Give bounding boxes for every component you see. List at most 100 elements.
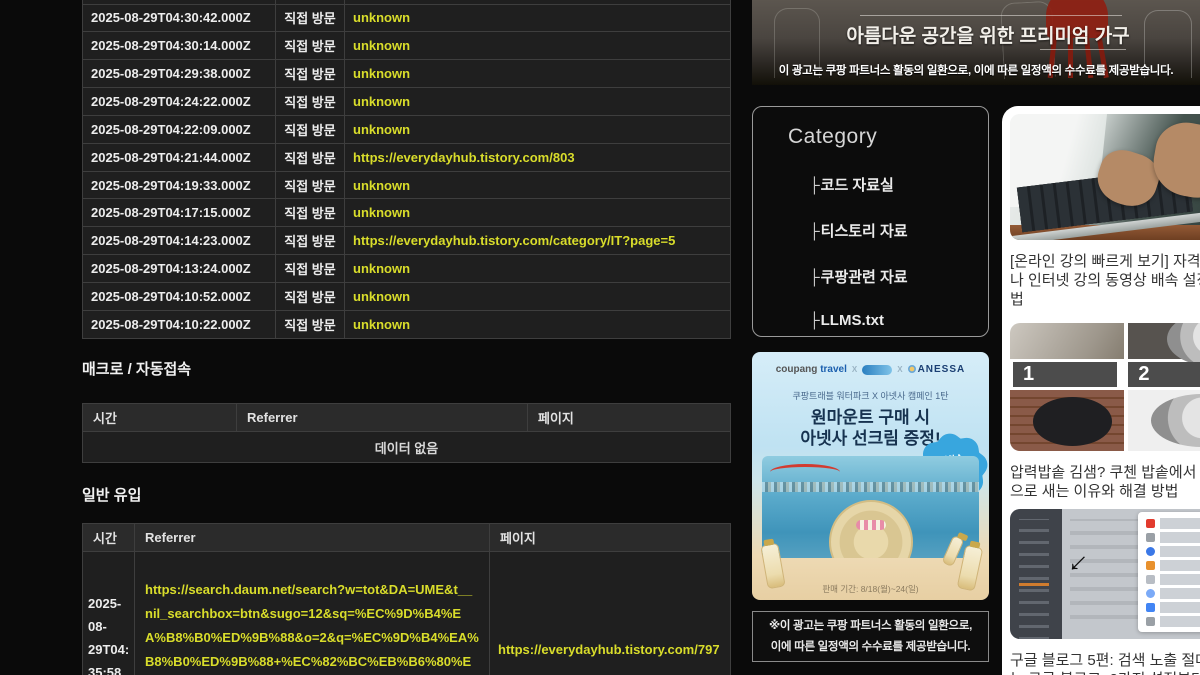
visit-type-cell: 직접 방문 bbox=[276, 60, 345, 88]
visit-page-cell: https://everydayhub.tistory.com/category… bbox=[345, 227, 731, 255]
coupang-ad-logos: coupang travel X X ANESSA bbox=[752, 364, 989, 375]
macro-col-time: 시간 bbox=[83, 404, 237, 432]
macro-empty-row: 데이터 없음 bbox=[83, 432, 731, 463]
general-page-link[interactable]: https://everydayhub.tistory.com/797 bbox=[490, 552, 731, 675]
article-card-2[interactable]: 12압력밥솥 김샘? 쿠첸 밥솥에서 김이으로 새는 이유와 해결 방법 bbox=[1010, 323, 1200, 501]
visit-page-unknown: unknown bbox=[353, 10, 410, 25]
visit-type-cell: 직접 방문 bbox=[276, 32, 345, 60]
visit-type-cell: 직접 방문 bbox=[276, 143, 345, 171]
general-col-referrer: Referrer bbox=[135, 524, 490, 552]
visit-row: 2025-08-29T04:14:23.000Z직접 방문 https://eve… bbox=[83, 227, 731, 255]
hat-ribbon-shape bbox=[856, 520, 886, 530]
category-item-label: LLMS.txt bbox=[821, 312, 884, 329]
article-title-line: [온라인 강의 빠르게 보기] 자격증 공부 bbox=[1010, 252, 1200, 271]
visit-page-cell: unknown bbox=[345, 4, 731, 32]
coupang-logo: coupang travel bbox=[776, 364, 847, 375]
visit-row: 2025-08-29T04:17:15.000Z직접 방문unknown bbox=[83, 199, 731, 227]
tree-branch-glyph: ├ bbox=[809, 269, 820, 286]
category-item-2[interactable]: ├티스토리 자료 bbox=[809, 220, 988, 241]
step-1-label: 1 bbox=[1013, 362, 1117, 387]
category-item-1[interactable]: ├코드 자료실 bbox=[809, 174, 988, 195]
macro-table: 시간 Referrer 페이지 데이터 없음 bbox=[82, 403, 731, 463]
coupang-travel-ad[interactable]: coupang travel X X ANESSA 쿠팡트래블 워터파크 X 아… bbox=[752, 352, 989, 600]
visit-time-cell: 2025-08-29T04:17:15.000Z bbox=[83, 199, 276, 227]
visit-time-cell: 2025-08-29T04:10:52.000Z bbox=[83, 282, 276, 310]
furniture-ad-banner[interactable]: 아름다운 공간을 위한 프리미엄 가구 이 광고는 쿠팡 파트너스 활동의 일환… bbox=[752, 0, 1200, 85]
visit-page-unknown: unknown bbox=[353, 289, 410, 304]
general-referrer-link[interactable]: https://search.daum.net/search?w=tot&DA=… bbox=[135, 552, 490, 675]
visit-time-cell: 2025-08-29T04:22:09.000Z bbox=[83, 115, 276, 143]
visit-page-unknown: unknown bbox=[353, 66, 410, 81]
category-item-label: 티스토리 자료 bbox=[821, 223, 908, 240]
visit-page-unknown: unknown bbox=[353, 122, 410, 137]
anessa-logo: ANESSA bbox=[908, 364, 966, 375]
visit-page-unknown: unknown bbox=[353, 178, 410, 193]
category-item-label: 코드 자료실 bbox=[821, 177, 894, 194]
ad-divider-line bbox=[860, 15, 1122, 16]
visit-page-cell: unknown bbox=[345, 115, 731, 143]
visit-time-cell: 2025-08-29T04:29:38.000Z bbox=[83, 60, 276, 88]
general-col-time: 시간 bbox=[83, 524, 135, 552]
visit-time-cell: 2025-08-29T04:19:33.000Z bbox=[83, 171, 276, 199]
macro-col-page: 페이지 bbox=[528, 404, 731, 432]
visit-time-cell: 2025-08-29T04:24:22.000Z bbox=[83, 88, 276, 116]
visit-page-cell: unknown bbox=[345, 255, 731, 283]
visit-row: 2025-08-29T04:10:52.000Z직접 방문unknown bbox=[83, 282, 731, 310]
recent-visits-table: 2025-08-29T04:30:42.000Z직접 방문unknown2025… bbox=[82, 0, 731, 339]
article-card-3[interactable]: → 구글 블로그 5편: 검색 노출 절대 안 되는 구글 블로그, 2가지 설정… bbox=[1010, 509, 1200, 675]
visit-time-cell: 2025-08-29T04:30:14.000Z bbox=[83, 32, 276, 60]
general-col-page: 페이지 bbox=[490, 524, 731, 552]
visit-time-cell: 2025-08-29T04:21:44.000Z bbox=[83, 143, 276, 171]
article-title: 구글 블로그 5편: 검색 노출 절대 안 되는 구글 블로그, 2가지 설정부… bbox=[1010, 651, 1200, 675]
coupang-partners-notice: ※이 광고는 쿠팡 파트너스 활동의 일환으로, 이에 따른 일정액의 수수료를… bbox=[752, 611, 989, 662]
waterpark-photo bbox=[762, 456, 979, 558]
visit-page-link[interactable]: https://everydayhub.tistory.com/category… bbox=[353, 233, 675, 248]
tree-branch-glyph: ├ bbox=[809, 312, 820, 329]
analytics-page: 2025-08-29T04:30:42.000Z직접 방문unknown2025… bbox=[0, 0, 1200, 675]
visit-page-cell: unknown bbox=[345, 60, 731, 88]
category-item-4[interactable]: ├LLMS.txt bbox=[809, 312, 988, 329]
visit-page-unknown: unknown bbox=[353, 38, 410, 53]
article-title-line: 나 인터넷 강의 동영상 배속 설정하 bbox=[1010, 271, 1200, 290]
visit-row: 2025-08-29T04:22:09.000Z직접 방문unknown bbox=[83, 115, 731, 143]
category-widget: Category ├코드 자료실├티스토리 자료├쿠팡관련 자료├LLMS.tx… bbox=[752, 106, 989, 337]
macro-header-row: 시간 Referrer 페이지 bbox=[83, 404, 731, 432]
visit-row: 2025-08-29T04:24:22.000Z직접 방문unknown bbox=[83, 88, 731, 116]
visit-time-cell: 2025-08-29T04:30:42.000Z bbox=[83, 4, 276, 32]
blogger-settings-thumbnail: → bbox=[1010, 509, 1200, 639]
visit-page-unknown: unknown bbox=[353, 261, 410, 276]
article-title-line: 압력밥솥 김샘? 쿠첸 밥솥에서 김이 bbox=[1010, 463, 1200, 482]
visit-type-cell: 직접 방문 bbox=[276, 310, 345, 338]
tree-branch-glyph: ├ bbox=[809, 177, 820, 194]
visit-type-cell: 직접 방문 bbox=[276, 199, 345, 227]
article-title-line: 법 bbox=[1010, 290, 1200, 309]
ad-divider-line bbox=[1040, 49, 1126, 50]
visit-page-cell: unknown bbox=[345, 199, 731, 227]
visit-page-cell: unknown bbox=[345, 32, 731, 60]
ad-headline: 아름다운 공간을 위한 프리미엄 가구 bbox=[846, 21, 1129, 48]
article-title-line: 는 구글 블로그, 2가지 설정부터 확인 bbox=[1010, 670, 1200, 675]
related-articles-panel: [온라인 강의 빠르게 보기] 자격증 공부나 인터넷 강의 동영상 배속 설정… bbox=[1002, 106, 1200, 675]
sale-period: 판매 기간: 8/18(월)~24(일) bbox=[752, 583, 989, 595]
crowd-shape bbox=[762, 482, 979, 492]
visit-type-cell: 직접 방문 bbox=[276, 227, 345, 255]
article-title: [온라인 강의 빠르게 보기] 자격증 공부나 인터넷 강의 동영상 배속 설정… bbox=[1010, 252, 1200, 309]
waterpark-logo bbox=[862, 365, 892, 375]
visit-page-cell: unknown bbox=[345, 171, 731, 199]
article-card-1[interactable]: [온라인 강의 빠르게 보기] 자격증 공부나 인터넷 강의 동영상 배속 설정… bbox=[1010, 114, 1200, 309]
visit-type-cell: 직접 방문 bbox=[276, 171, 345, 199]
category-item-3[interactable]: ├쿠팡관련 자료 bbox=[809, 266, 988, 287]
article-title: 압력밥솥 김샘? 쿠첸 밥솥에서 김이으로 새는 이유와 해결 방법 bbox=[1010, 463, 1200, 501]
visit-page-cell: https://everydayhub.tistory.com/803 bbox=[345, 143, 731, 171]
visit-time-cell: 2025-08-29T04:14:23.000Z bbox=[83, 227, 276, 255]
macro-col-referrer: Referrer bbox=[237, 404, 528, 432]
x-separator: X bbox=[852, 365, 857, 374]
notice-text: ※이 광고는 쿠팡 파트너스 활동의 일환으로, 이에 따른 일정액의 수수료를… bbox=[763, 616, 978, 656]
visit-page-cell: unknown bbox=[345, 282, 731, 310]
visit-row: 2025-08-29T04:29:38.000Z직접 방문 unknown bbox=[83, 60, 731, 88]
visit-page-link[interactable]: https://everydayhub.tistory.com/803 bbox=[353, 150, 575, 165]
empty-data-text: 데이터 없음 bbox=[83, 432, 731, 463]
category-item-label: 쿠팡관련 자료 bbox=[821, 269, 908, 286]
red-slide-shape bbox=[770, 464, 840, 480]
visit-row: 2025-08-29T04:21:44.000Z직접 방문 https://eve… bbox=[83, 143, 731, 171]
